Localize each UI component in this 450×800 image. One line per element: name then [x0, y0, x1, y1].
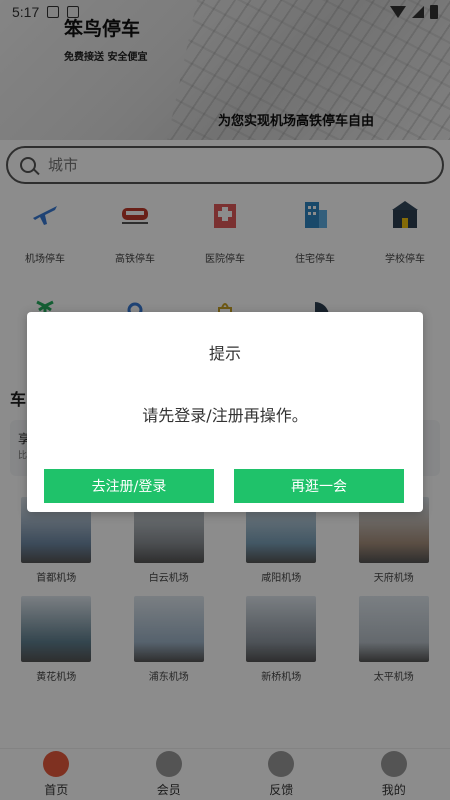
- dialog-title: 提示: [208, 344, 241, 363]
- register-login-button[interactable]: 去注册/登录: [44, 469, 214, 503]
- dialog-message: 请先登录/注册再操作。: [142, 406, 308, 425]
- browse-more-button[interactable]: 再逛一会: [234, 469, 404, 503]
- login-prompt-dialog: 提示 请先登录/注册再操作。 去注册/登录 再逛一会: [27, 312, 423, 512]
